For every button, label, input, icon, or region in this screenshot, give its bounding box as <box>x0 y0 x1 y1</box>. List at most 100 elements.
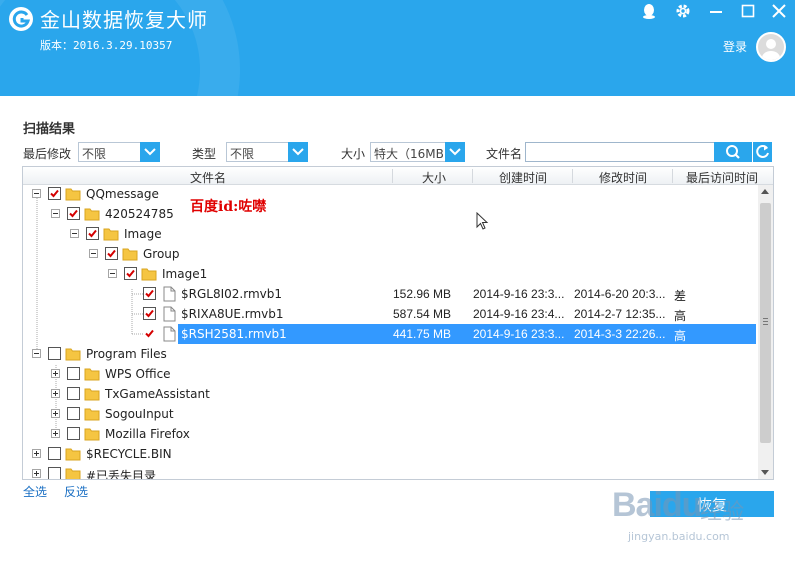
type-filter-value: 不限 <box>230 147 255 161</box>
expand-toggle[interactable] <box>32 449 41 458</box>
tree-row-txgameassistant[interactable]: TxGameAssistant <box>23 384 758 404</box>
row-name: $RIXA8UE.rmvb1 <box>181 307 284 321</box>
close-icon[interactable] <box>770 2 788 20</box>
scroll-thumb[interactable] <box>760 203 771 443</box>
filename-search-input[interactable] <box>525 142 715 162</box>
scroll-down-icon[interactable] <box>761 470 769 475</box>
tree-row-group[interactable]: Group <box>23 244 758 264</box>
app-version: 版本：2016.3.29.10357 <box>40 39 173 52</box>
modified-filter-select[interactable]: 不限 <box>78 142 160 162</box>
row-modified: 2014-2-7 12:35... <box>574 307 666 321</box>
collapse-toggle[interactable] <box>32 349 41 358</box>
folder-icon <box>84 208 100 221</box>
baidu-watermark-jingyan: 经验 <box>700 500 745 525</box>
file-tree-table: 文件名 大小 创建时间 修改时间 最后访问时间 QQmessage 420524… <box>22 166 774 480</box>
search-button[interactable] <box>714 142 752 162</box>
folder-icon <box>103 228 119 241</box>
row-checkbox[interactable] <box>67 407 80 420</box>
tree-row-420524785[interactable]: 420524785 <box>23 204 758 224</box>
row-checkbox[interactable] <box>48 187 61 200</box>
size-filter-select[interactable]: 特大（16MB以 <box>370 142 465 162</box>
tree-row-file-selected[interactable]: $RSH2581.rmvb1 441.75 MB 2014-9-16 23:3.… <box>23 324 758 344</box>
row-checkbox[interactable] <box>67 387 80 400</box>
folder-icon <box>65 468 81 479</box>
tree-row-file[interactable]: $RGL8I02.rmvb1 152.96 MB 2014-9-16 23:3.… <box>23 284 758 304</box>
row-checkbox[interactable] <box>67 367 80 380</box>
modified-filter-value: 不限 <box>82 147 107 161</box>
refresh-button[interactable] <box>752 142 772 162</box>
invert-selection-link[interactable]: 反选 <box>64 483 88 500</box>
tree-row-sogouinput[interactable]: SogouInput <box>23 404 758 424</box>
chevron-down-icon[interactable] <box>140 142 160 162</box>
folder-icon <box>84 428 100 441</box>
tree-row-recycle-bin[interactable]: $RECYCLE.BIN <box>23 444 758 464</box>
collapse-toggle[interactable] <box>108 269 117 278</box>
row-name: $RGL8I02.rmvb1 <box>181 287 282 301</box>
collapse-toggle[interactable] <box>51 209 60 218</box>
row-checkbox[interactable] <box>124 267 137 280</box>
row-checkbox[interactable] <box>67 207 80 220</box>
tree-row-program-files[interactable]: Program Files <box>23 344 758 364</box>
tree-row-image[interactable]: Image <box>23 224 758 244</box>
row-modified: 2014-3-3 22:26... <box>574 327 666 341</box>
row-checkbox[interactable] <box>67 427 80 440</box>
row-checkbox[interactable] <box>48 447 61 460</box>
tree-row-file[interactable]: $RIXA8UE.rmvb1 587.54 MB 2014-9-16 23:4.… <box>23 304 758 324</box>
expand-toggle[interactable] <box>32 469 41 478</box>
row-created: 2014-9-16 23:3... <box>473 327 565 341</box>
tree-row-wps-office[interactable]: WPS Office <box>23 364 758 384</box>
tree-row-image1[interactable]: Image1 <box>23 264 758 284</box>
expand-toggle[interactable] <box>51 429 60 438</box>
file-icon <box>163 286 176 302</box>
qq-penguin-icon[interactable] <box>640 2 658 20</box>
folder-icon <box>84 388 100 401</box>
row-name: Group <box>143 247 180 261</box>
row-name: Image <box>124 227 162 241</box>
folder-icon <box>122 248 138 261</box>
row-modified: 2014-6-20 20:3... <box>574 287 666 301</box>
row-name: WPS Office <box>105 367 171 381</box>
row-checkbox[interactable] <box>143 307 156 320</box>
expand-toggle[interactable] <box>51 389 60 398</box>
folder-icon <box>65 448 81 461</box>
type-filter-select[interactable]: 不限 <box>226 142 308 162</box>
settings-gear-icon[interactable] <box>674 2 692 20</box>
app-title: 金山数据恢复大师 <box>40 8 208 32</box>
size-filter-value: 特大（16MB以 <box>374 147 444 161</box>
row-accessed: 高 <box>674 309 687 323</box>
scroll-up-icon[interactable] <box>761 189 769 194</box>
expand-toggle[interactable] <box>51 369 60 378</box>
vertical-scrollbar[interactable] <box>758 185 773 479</box>
tree-row-lost-directory[interactable]: #已丢失目录 <box>23 464 758 479</box>
tree-row-qqmessage[interactable]: QQmessage <box>23 184 758 204</box>
collapse-toggle[interactable] <box>70 229 79 238</box>
chevron-down-icon[interactable] <box>445 142 465 162</box>
type-filter-label: 类型 <box>192 147 217 161</box>
user-avatar-icon <box>762 39 780 60</box>
baidu-watermark-logo: Baidu <box>612 486 702 524</box>
row-checkbox[interactable] <box>105 247 118 260</box>
row-checkbox[interactable] <box>143 327 156 340</box>
mouse-cursor-icon <box>476 212 489 230</box>
row-name: Program Files <box>86 347 167 361</box>
row-checkbox[interactable] <box>86 227 99 240</box>
row-name: $RSH2581.rmvb1 <box>181 327 287 341</box>
maximize-icon[interactable] <box>739 2 757 20</box>
expand-toggle[interactable] <box>51 409 60 418</box>
login-link[interactable]: 登录 <box>723 38 747 55</box>
row-created: 2014-9-16 23:4... <box>473 307 565 321</box>
chevron-down-icon[interactable] <box>288 142 308 162</box>
folder-icon <box>65 348 81 361</box>
row-name: SogouInput <box>105 407 174 421</box>
row-name: 420524785 <box>105 207 174 221</box>
collapse-toggle[interactable] <box>89 249 98 258</box>
collapse-toggle[interactable] <box>32 189 41 198</box>
tree-row-mozilla-firefox[interactable]: Mozilla Firefox <box>23 424 758 444</box>
select-all-link[interactable]: 全选 <box>23 483 47 500</box>
row-checkbox[interactable] <box>143 287 156 300</box>
overlay-author-id: 百度id:咗噤 <box>190 199 267 215</box>
row-checkbox[interactable] <box>48 347 61 360</box>
user-avatar[interactable] <box>756 32 786 62</box>
row-checkbox[interactable] <box>48 467 61 479</box>
minimize-icon[interactable] <box>707 2 725 20</box>
